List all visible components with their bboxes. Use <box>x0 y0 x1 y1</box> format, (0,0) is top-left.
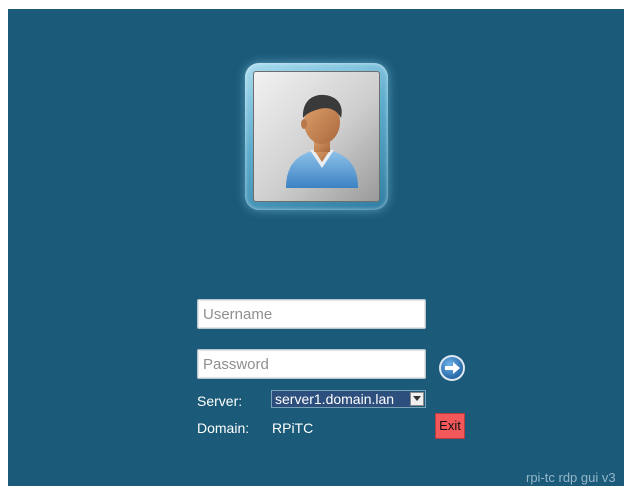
domain-value: RPiTC <box>272 420 314 436</box>
server-select-value: server1.domain.lan <box>272 391 410 407</box>
login-screen: Server: server1.domain.lan Domain: RPiTC… <box>8 9 624 486</box>
version-text: rpi-tc rdp gui v3 <box>526 470 616 485</box>
password-input[interactable] <box>197 349 426 379</box>
chevron-down-icon[interactable] <box>410 392 424 406</box>
server-label: Server: <box>197 393 243 409</box>
server-select[interactable]: server1.domain.lan <box>271 390 426 408</box>
login-go-button[interactable] <box>438 354 466 382</box>
exit-button[interactable]: Exit <box>435 413 465 439</box>
domain-label: Domain: <box>197 420 250 436</box>
avatar-frame <box>245 63 388 210</box>
user-avatar-icon <box>253 71 380 202</box>
arrow-right-circle-icon <box>439 355 465 381</box>
username-input[interactable] <box>197 299 426 329</box>
